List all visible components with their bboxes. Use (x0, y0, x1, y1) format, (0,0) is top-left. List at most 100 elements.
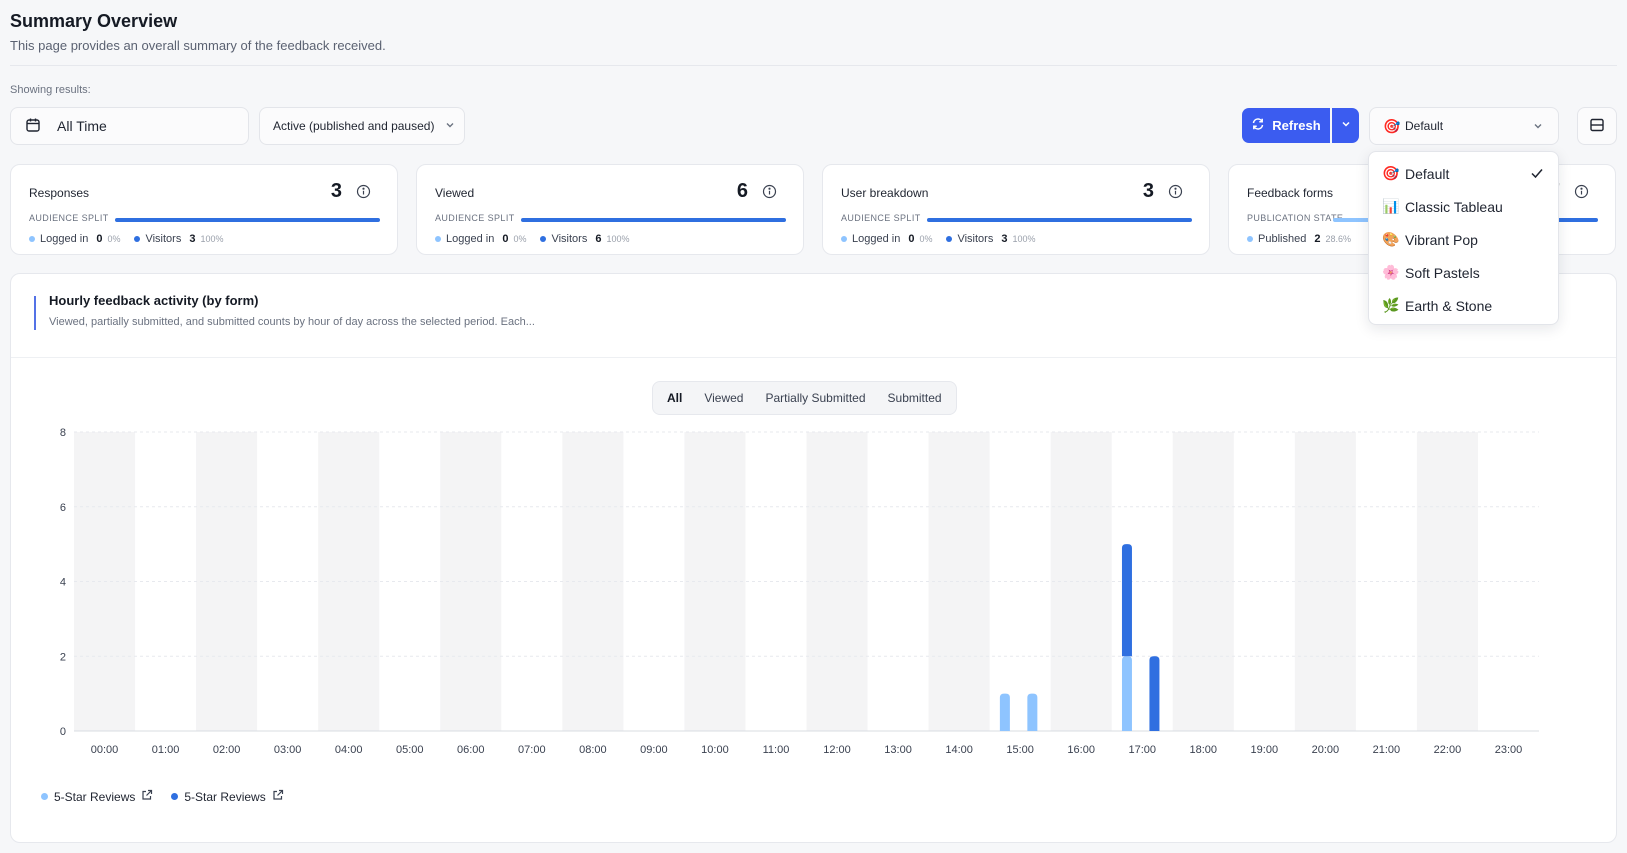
legend-dot (946, 236, 953, 242)
card-title: Feedback forms (1247, 186, 1334, 200)
theme-option-earth-stone[interactable]: 🌿 Earth & Stone (1369, 289, 1558, 322)
status-filter-select[interactable]: Active (published and paused) (259, 107, 465, 145)
chart-bar (1149, 656, 1160, 731)
theme-option-default[interactable]: 🎯 Default (1369, 157, 1558, 190)
split-bar (521, 218, 786, 222)
legend-swatch (41, 793, 48, 800)
chevron-down-icon (444, 119, 456, 134)
info-icon[interactable] (1168, 184, 1183, 202)
chevron-down-icon (1532, 120, 1544, 135)
date-range-picker[interactable]: All Time (10, 107, 249, 145)
theme-select-value: Default (1405, 119, 1444, 133)
legend-dot (29, 236, 35, 242)
palette-icon: 🎨 (1382, 231, 1400, 247)
card-legend-percent: 0% (919, 234, 933, 244)
card-title: Viewed (435, 186, 475, 200)
status-filter-value: Active (published and paused) (273, 119, 435, 133)
x-tick-label: 15:00 (1006, 744, 1034, 756)
x-tick-label: 09:00 (640, 744, 668, 756)
external-link-icon[interactable] (272, 789, 284, 804)
info-icon[interactable] (1574, 184, 1589, 202)
x-tick-label: 16:00 (1067, 744, 1095, 756)
card-legend-percent: 100% (1012, 234, 1036, 244)
x-tick-label: 17:00 (1128, 744, 1156, 756)
legend-swatch (171, 793, 179, 800)
split-bar (115, 218, 380, 222)
card-legend-label: Published (1258, 233, 1307, 245)
card-legend-percent: 0% (107, 234, 121, 244)
summary-card: Viewed 6 AUDIENCE SPLIT Logged in 0 0% Visitor… (416, 164, 804, 255)
y-tick-label: 2 (60, 651, 66, 663)
x-tick-label: 08:00 (579, 744, 607, 756)
x-tick-label: 20:00 (1312, 744, 1340, 756)
chevron-down-icon (1340, 118, 1352, 133)
refresh-label: Refresh (1272, 118, 1321, 133)
card-legend-value: 6 (595, 233, 602, 245)
card-legend-label: Logged in (446, 233, 495, 245)
x-tick-label: 14:00 (945, 744, 973, 756)
legend-item[interactable]: 5-Star Reviews (171, 789, 283, 804)
card-value: 3 (1142, 180, 1154, 202)
card-legend-value: 0 (96, 233, 103, 245)
legend-label: 5-Star Reviews (54, 789, 136, 804)
chart-legend: 5-Star Reviews 5-Star Reviews (41, 789, 296, 804)
card-legend-label: Visitors (551, 233, 588, 245)
x-tick-label: 23:00 (1495, 744, 1523, 756)
card-legend-value: 0 (502, 233, 509, 245)
header-divider (10, 65, 1617, 66)
external-link-icon[interactable] (141, 789, 153, 804)
summary-card: Responses 3 AUDIENCE SPLIT Logged in 0 0% Visi… (10, 164, 398, 255)
theme-option-classic-tableau[interactable]: 📊 Classic Tableau (1369, 190, 1558, 223)
bar-chart-icon: 📊 (1382, 198, 1400, 214)
x-tick-label: 19:00 (1251, 744, 1279, 756)
chart-bar (1121, 544, 1132, 657)
card-split-label: PUBLICATION STATE (1247, 213, 1344, 223)
chart-bar (1121, 656, 1132, 731)
card-legend: Logged in 0 0% Visitors 3 100% (841, 233, 1045, 245)
card-value: 3 (330, 180, 342, 202)
theme-select[interactable]: 🎯 Default (1369, 107, 1559, 145)
theme-option-soft-pastels[interactable]: 🌸 Soft Pastels (1369, 256, 1558, 289)
theme-option-label: Default (1405, 165, 1450, 182)
legend-dot (134, 236, 141, 242)
y-tick-label: 6 (60, 502, 66, 514)
theme-option-vibrant-pop[interactable]: 🎨 Vibrant Pop (1369, 223, 1558, 256)
card-legend-value: 3 (1001, 233, 1008, 245)
x-tick-label: 13:00 (884, 744, 912, 756)
x-tick-label: 01:00 (152, 744, 180, 756)
target-icon: 🎯 (1382, 165, 1400, 181)
y-tick-label: 4 (60, 577, 66, 589)
legend-dot (841, 236, 847, 242)
calendar-icon (25, 117, 41, 136)
card-legend-label: Visitors (957, 233, 994, 245)
page-subtitle: This page provides an overall summary of… (10, 38, 386, 53)
card-split-label: AUDIENCE SPLIT (435, 213, 515, 223)
info-icon[interactable] (356, 184, 371, 202)
refresh-button[interactable]: Refresh (1242, 108, 1330, 143)
theme-dropdown-menu: 🎯 Default 📊 Classic Tableau 🎨 Vibrant Po… (1368, 151, 1559, 325)
legend-dot (435, 236, 441, 242)
x-tick-label: 22:00 (1434, 744, 1462, 756)
card-value: 6 (736, 180, 748, 202)
x-tick-label: 12:00 (823, 744, 851, 756)
info-icon[interactable] (762, 184, 777, 202)
card-legend-percent: 100% (200, 234, 224, 244)
layout-toggle-button[interactable] (1577, 107, 1617, 145)
legend-item[interactable]: 5-Star Reviews (41, 789, 153, 804)
showing-results-label: Showing results: (10, 84, 91, 96)
x-tick-label: 04:00 (335, 744, 363, 756)
flower-icon: 🌸 (1382, 264, 1400, 280)
y-tick-label: 0 (60, 726, 66, 738)
page-title: Summary Overview (10, 11, 178, 31)
card-legend: Logged in 0 0% Visitors 3 100% (29, 233, 233, 245)
card-title: Responses (29, 186, 90, 200)
check-icon (1530, 166, 1544, 183)
y-tick-label: 8 (60, 427, 66, 439)
refresh-options-button[interactable] (1332, 108, 1359, 143)
chart-bar (999, 693, 1010, 731)
target-icon: 🎯 (1383, 117, 1401, 134)
leaf-icon: 🌿 (1382, 297, 1400, 313)
legend-label: 5-Star Reviews (184, 789, 266, 804)
card-split-label: AUDIENCE SPLIT (841, 213, 921, 223)
card-legend-label: Logged in (852, 233, 901, 245)
